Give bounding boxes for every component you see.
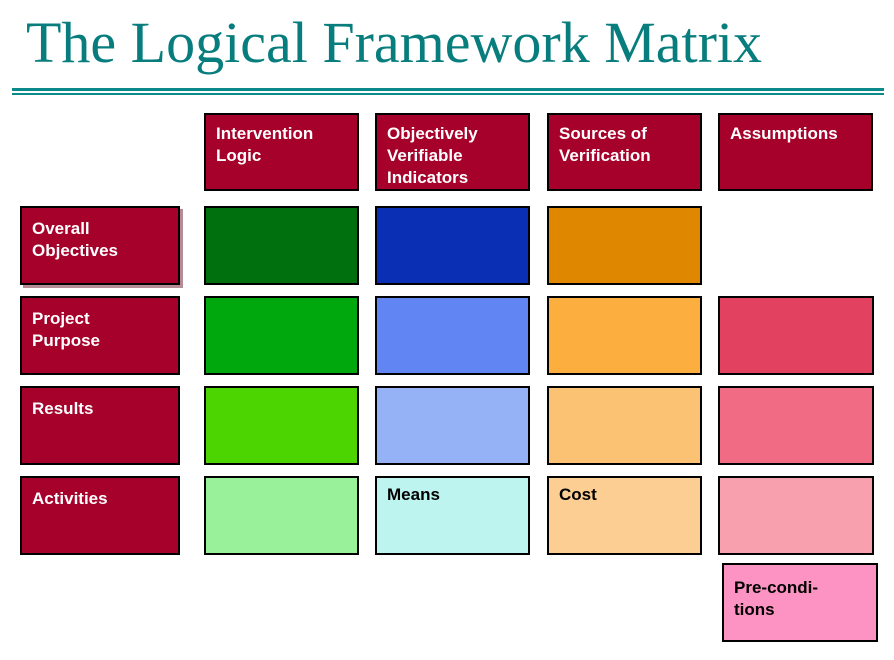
- pre-conditions-box[interactable]: Pre-condi- tions: [722, 563, 878, 642]
- matrix-cell-overall-objectives-sources-of-verification[interactable]: [547, 206, 702, 285]
- row-header-label: Overall Objectives: [32, 219, 118, 260]
- matrix-cell-results-sources-of-verification[interactable]: [547, 386, 702, 465]
- matrix-cell-project-purpose-objectively-verifiable-indicators[interactable]: [375, 296, 530, 375]
- row-header-project-purpose[interactable]: Project Purpose: [20, 296, 180, 375]
- matrix-cell-activities-intervention-logic[interactable]: [204, 476, 359, 555]
- column-header-intervention-logic[interactable]: Intervention Logic: [204, 113, 359, 191]
- column-header-sources-of-verification[interactable]: Sources of Verification: [547, 113, 702, 191]
- matrix-cell-activities-objectively-verifiable-indicators[interactable]: Means: [375, 476, 530, 555]
- column-header-objectively-verifiable-indicators[interactable]: Objectively Verifiable Indicators: [375, 113, 530, 191]
- matrix-cell-label: Means: [387, 485, 440, 504]
- row-header-label: Results: [32, 399, 94, 418]
- title-divider-thick-line: [12, 88, 884, 91]
- row-header-results[interactable]: Results: [20, 386, 180, 465]
- matrix-cell-activities-sources-of-verification[interactable]: Cost: [547, 476, 702, 555]
- matrix-cell-label: Cost: [559, 485, 597, 504]
- row-header-overall-objectives[interactable]: Overall Objectives: [20, 206, 180, 285]
- matrix-cell-results-assumptions[interactable]: [718, 386, 874, 465]
- column-header-label: Objectively Verifiable Indicators: [387, 124, 478, 187]
- title-divider: [12, 88, 884, 95]
- matrix-cell-project-purpose-assumptions[interactable]: [718, 296, 874, 375]
- column-header-assumptions[interactable]: Assumptions: [718, 113, 873, 191]
- slide-canvas: The Logical Framework Matrix Interventio…: [0, 0, 894, 660]
- column-header-label: Assumptions: [730, 124, 838, 143]
- column-header-label: Sources of Verification: [559, 124, 651, 165]
- row-header-label: Activities: [32, 489, 108, 508]
- matrix-cell-results-objectively-verifiable-indicators[interactable]: [375, 386, 530, 465]
- matrix-cell-activities-assumptions[interactable]: [718, 476, 874, 555]
- matrix-cell-overall-objectives-objectively-verifiable-indicators[interactable]: [375, 206, 530, 285]
- matrix-cell-results-intervention-logic[interactable]: [204, 386, 359, 465]
- title-divider-thin-line: [12, 93, 884, 95]
- row-header-label: Project Purpose: [32, 309, 101, 350]
- pre-conditions-label: Pre-condi- tions: [734, 578, 819, 619]
- row-header-activities[interactable]: Activities: [20, 476, 180, 555]
- matrix-cell-overall-objectives-intervention-logic[interactable]: [204, 206, 359, 285]
- page-title: The Logical Framework Matrix: [26, 10, 763, 75]
- matrix-cell-project-purpose-sources-of-verification[interactable]: [547, 296, 702, 375]
- title-block: The Logical Framework Matrix: [0, 0, 894, 100]
- matrix-cell-project-purpose-intervention-logic[interactable]: [204, 296, 359, 375]
- column-header-label: Intervention Logic: [216, 124, 314, 165]
